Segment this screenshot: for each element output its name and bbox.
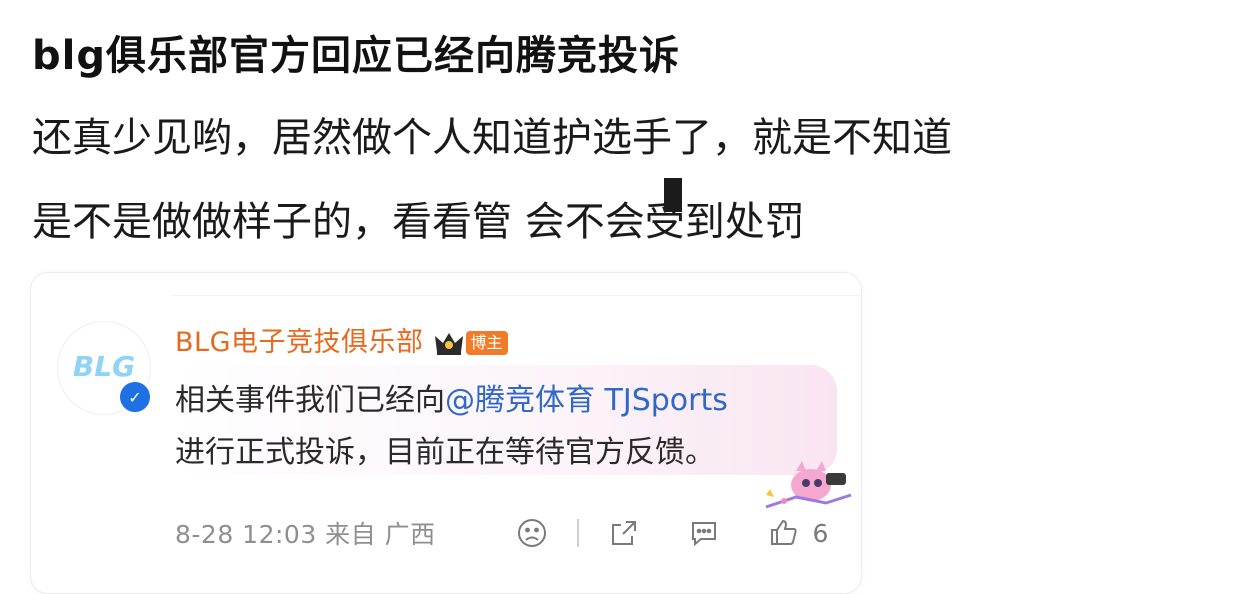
action-bar: 6 <box>515 513 828 553</box>
sticker-decoration <box>756 445 856 515</box>
avatar-logo-text: BLG <box>73 350 135 383</box>
blogger-badge: 博主 <box>465 331 508 355</box>
username[interactable]: BLG电子竞技俱乐部 <box>175 325 424 361</box>
post-body: 还真少见哟，居然做个人知道护选手了，就是不知道 是不是做做样子的，看看管 会不会… <box>32 96 1222 264</box>
card-text-line2: 进行正式投诉，目前正在等待官方反馈。 <box>175 435 715 470</box>
dislike-face-icon[interactable] <box>515 516 549 550</box>
action-separator <box>577 519 579 547</box>
thumbs-up-icon[interactable] <box>767 516 801 550</box>
verified-icon: ✓ <box>117 379 153 415</box>
embedded-weibo-card[interactable]: BLG ✓ BLG电子竞技俱乐部 博主 相关事件我们已经向@腾竞体育 TJSpo… <box>30 272 862 594</box>
share-icon[interactable] <box>607 516 641 550</box>
card-divider <box>171 295 861 296</box>
user-row: BLG电子竞技俱乐部 博主 <box>175 325 508 361</box>
post-meta: 8-28 12:03 来自 广西 <box>175 520 436 549</box>
crown-icon <box>434 330 464 356</box>
mention-link[interactable]: @腾竞体育 TJSports <box>445 383 728 418</box>
post-body-line: 还真少见哟，居然做个人知道护选手了，就是不知道 <box>32 115 952 161</box>
card-footer: 8-28 12:03 来自 广西 6 <box>175 513 855 553</box>
like-count: 6 <box>812 518 829 548</box>
post-title: blg俱乐部官方回应已经向腾竞投诉 <box>32 33 680 79</box>
censor-block <box>664 178 682 212</box>
comment-icon[interactable] <box>687 516 721 550</box>
card-text: 相关事件我们已经向@腾竞体育 TJSports 进行正式投诉，目前正在等待官方反… <box>175 375 728 479</box>
post-body-line: 是不是做做样子的，看看管 会不会受到处罚 <box>32 199 805 245</box>
card-text-prefix: 相关事件我们已经向 <box>175 383 445 418</box>
